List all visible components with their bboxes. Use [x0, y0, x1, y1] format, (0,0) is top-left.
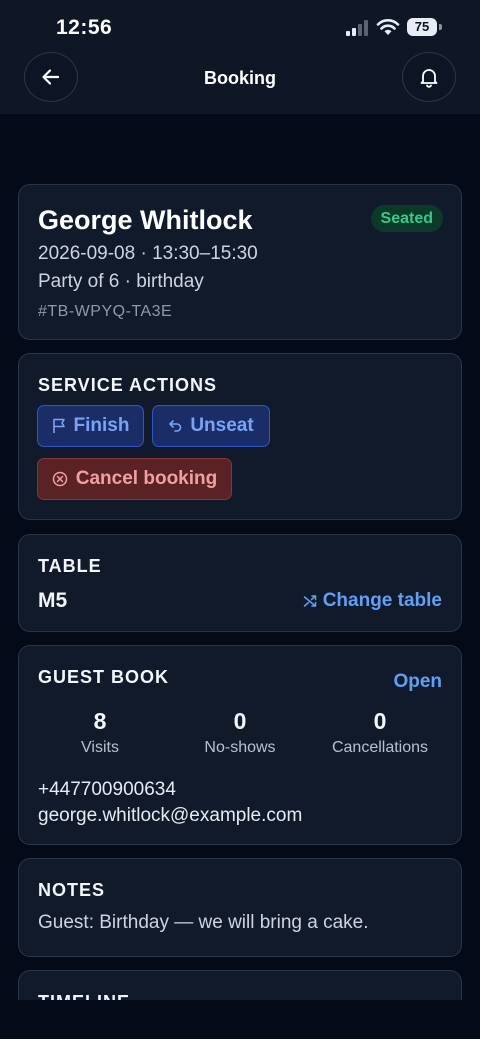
unseat-label: Unseat: [190, 415, 254, 436]
cancel-booking-button[interactable]: Cancel booking: [37, 458, 232, 500]
guest-phone[interactable]: +447700900634: [38, 779, 176, 801]
cellular-signal-icon: [346, 20, 370, 36]
status-time: 12:56: [56, 16, 113, 39]
open-guest-book-link[interactable]: Open: [393, 671, 442, 693]
stat-cancellations: 0 Cancellations: [306, 708, 454, 757]
shuffle-icon: [303, 595, 316, 607]
notifications-button[interactable]: [402, 52, 456, 102]
booking-reference: #TB-WPYQ-TA3E: [38, 303, 173, 320]
stat-visits-label: Visits: [81, 739, 119, 756]
battery-tip: [439, 24, 442, 30]
section-title-service-actions: SERVICE ACTIONS: [38, 375, 218, 395]
status-badge: Seated: [370, 205, 443, 232]
finish-label: Finish: [73, 415, 130, 436]
table-card: TABLE M5 Change table: [18, 534, 462, 632]
stat-no-shows-value: 0: [233, 708, 247, 734]
status-bar: 12:56 75: [0, 0, 480, 56]
guest-email[interactable]: george.whitlock@example.com: [38, 805, 302, 827]
nav-bar: Booking: [0, 52, 480, 114]
unseat-button[interactable]: Unseat: [152, 405, 270, 447]
section-title-table: TABLE: [38, 556, 102, 576]
guest-name: George Whitlock: [38, 205, 253, 235]
table-value: M5: [38, 589, 68, 612]
section-title-guest-book: GUEST BOOK: [38, 667, 170, 687]
battery-indicator: 75: [407, 18, 437, 36]
booking-datetime: 2026-09-08 · 13:30–15:30: [38, 243, 258, 264]
bottom-fade: [0, 1000, 480, 1039]
stat-visits: 8 Visits: [26, 708, 174, 757]
flag-icon: [52, 418, 65, 433]
stat-visits-value: 8: [93, 708, 107, 734]
stat-no-shows: 0 No-shows: [166, 708, 314, 757]
stat-no-shows-label: No-shows: [204, 739, 276, 756]
stat-cancellations-value: 0: [373, 708, 387, 734]
section-title-notes: NOTES: [38, 880, 106, 900]
guest-book-card: GUEST BOOK Open 8 Visits 0 No-shows 0 Ca…: [18, 645, 462, 845]
booking-summary-card: George Whitlock Seated 2026-09-08 · 13:3…: [18, 184, 462, 340]
service-actions-card: SERVICE ACTIONS Finish Unseat Cancel boo…: [18, 353, 462, 520]
bell-icon: [420, 69, 438, 88]
change-table-link[interactable]: Change table: [303, 590, 442, 612]
booking-party: Party of 6 · birthday: [38, 271, 204, 292]
notes-text: Guest: Birthday — we will bring a cake.: [38, 912, 369, 933]
notes-card: NOTES Guest: Birthday — we will bring a …: [18, 858, 462, 957]
undo-icon: [169, 420, 182, 432]
cancel-circle-icon: [52, 471, 68, 487]
stat-cancellations-label: Cancellations: [331, 739, 429, 756]
finish-button[interactable]: Finish: [37, 405, 144, 447]
cancel-booking-label: Cancel booking: [75, 468, 218, 489]
change-table-label: Change table: [322, 590, 442, 611]
wifi-icon: [376, 19, 400, 35]
